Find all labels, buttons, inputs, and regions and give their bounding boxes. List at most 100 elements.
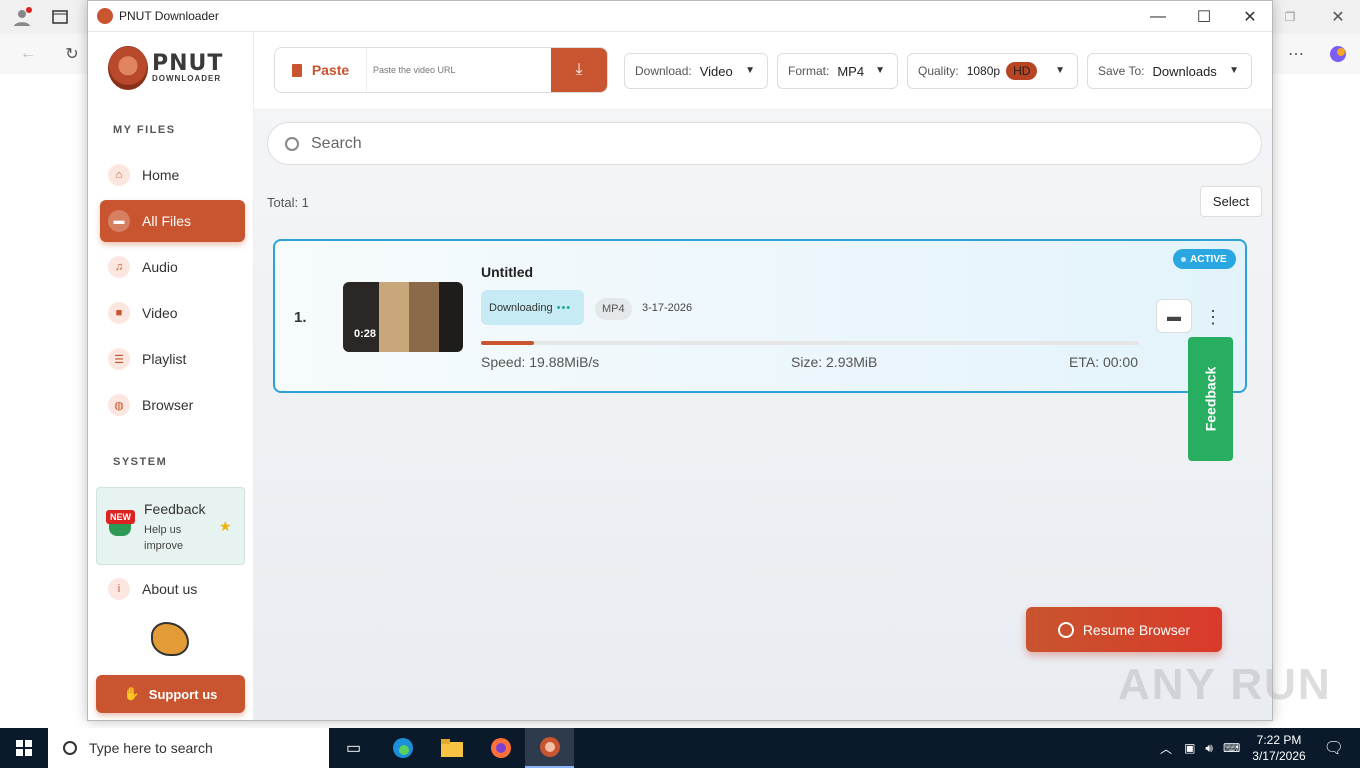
sidebar-item-home[interactable]: ⌂ Home <box>100 154 245 196</box>
url-input-group: Paste ⤓ <box>274 47 608 93</box>
sidebar-item-label: Video <box>142 305 178 321</box>
notification-icon[interactable]: 🗨︎ <box>1324 738 1344 758</box>
chevron-down-icon: ▼ <box>745 65 755 76</box>
feedback-tab-label: Feedback <box>1202 366 1219 432</box>
network-icon[interactable]: ▣ <box>1184 741 1195 755</box>
top-toolbar: Paste ⤓ Download: Video ▼ Format: MP4 ▼ … <box>254 32 1272 110</box>
system-tray: ︿ ▣ 🔊︎ ⌨︎ 7:22 PM 3/17/2026 🗨︎ <box>1160 728 1360 768</box>
chevron-down-icon: ▼ <box>875 65 885 76</box>
download-type-select[interactable]: Download: Video ▼ <box>624 53 768 89</box>
paste-button[interactable]: Paste <box>275 48 367 92</box>
sidebar-item-label: Audio <box>142 259 178 275</box>
restore-icon[interactable]: ❐ <box>1278 5 1302 29</box>
list-icon: ☰ <box>108 348 130 370</box>
download-button[interactable]: ⤓ <box>551 48 607 92</box>
format-select[interactable]: Format: MP4 ▼ <box>777 53 898 89</box>
section-label-files: MY FILES <box>113 124 176 136</box>
video-duration: 0:28 <box>354 328 377 340</box>
item-index: 1. <box>294 309 307 326</box>
download-size: Size: 2.93MiB <box>791 354 878 370</box>
pnut-app-icon <box>539 737 560 757</box>
edge-icon <box>392 738 413 758</box>
item-date: 3-17-2026 <box>642 302 693 314</box>
language-icon[interactable]: ⌨︎ <box>1223 741 1240 755</box>
select-button[interactable]: Select <box>1200 186 1262 217</box>
select-value: Downloads <box>1152 63 1217 79</box>
feedback-tab-button[interactable]: Feedback <box>1188 337 1233 461</box>
loading-dots-icon: ••• <box>556 301 572 314</box>
url-input[interactable] <box>367 48 553 92</box>
sidebar-item-label: All Files <box>142 213 192 229</box>
sidebar-item-label: About us <box>142 581 198 597</box>
download-progress-bar <box>481 341 1139 345</box>
taskbar-edge[interactable] <box>378 728 427 768</box>
resume-browser-button[interactable]: Resume Browser <box>1026 607 1222 652</box>
globe-icon <box>1057 621 1074 638</box>
status-dot-icon <box>1181 256 1186 262</box>
quality-select[interactable]: Quality: 1080p HD ▼ <box>907 53 1078 89</box>
select-value: 1080p <box>966 64 1001 78</box>
sidebar-item-video[interactable]: ■ Video <box>100 292 245 334</box>
open-folder-button[interactable]: ▬ <box>1156 299 1192 333</box>
chevron-down-icon: ▼ <box>1055 65 1065 76</box>
chevron-up-icon[interactable]: ︿ <box>1160 740 1172 757</box>
tab-actions-icon[interactable] <box>48 5 72 29</box>
feedback-title: Feedback <box>144 501 206 517</box>
sidebar-item-about[interactable]: i About us <box>100 568 245 610</box>
more-icon[interactable]: ⋯ <box>1284 42 1308 66</box>
vertical-dots-icon: ⋮ <box>1204 306 1222 327</box>
close-button[interactable]: ✕ <box>1227 1 1273 32</box>
start-button[interactable] <box>0 728 48 768</box>
support-label: Support us <box>148 686 218 702</box>
sidebar: PNUT DOWNLOADER MY FILES ⌂ Home ▬ All Fi… <box>88 32 254 720</box>
firefox-icon <box>490 738 511 758</box>
select-label: Format: <box>788 64 830 78</box>
download-speed: Speed: 19.88MiB/s <box>481 354 600 370</box>
select-value: Video <box>699 63 733 79</box>
section-label-system: SYSTEM <box>113 456 168 468</box>
sidebar-item-all-files[interactable]: ▬ All Files <box>100 200 245 242</box>
sidebar-item-label: Playlist <box>142 351 187 367</box>
sidebar-item-playlist[interactable]: ☰ Playlist <box>100 338 245 380</box>
sidebar-item-audio[interactable]: ♫ Audio <box>100 246 245 288</box>
clock[interactable]: 7:22 PM 3/17/2026 <box>1252 732 1305 764</box>
search-bar <box>267 122 1262 165</box>
copilot-icon[interactable] <box>1326 42 1350 66</box>
more-options-button[interactable]: ⋮ <box>1204 303 1222 331</box>
item-title: Untitled <box>481 264 534 280</box>
select-label: Save To: <box>1098 64 1145 78</box>
sidebar-item-browser[interactable]: ◍ Browser <box>100 384 245 426</box>
taskbar-pnut[interactable] <box>525 728 574 768</box>
save-to-select[interactable]: Save To: Downloads ▼ <box>1087 53 1252 89</box>
video-thumbnail[interactable]: 0:28 <box>343 282 463 352</box>
task-view-button[interactable]: ▭ <box>329 728 378 768</box>
search-input[interactable] <box>311 134 1211 153</box>
search-icon <box>285 136 299 151</box>
close-icon[interactable]: ✕ <box>1326 5 1350 29</box>
support-button[interactable]: ✋ Support us <box>96 675 245 713</box>
status-text: Downloading <box>489 301 553 314</box>
taskbar-search[interactable]: Type here to search <box>48 728 329 768</box>
progress-fill <box>481 341 534 345</box>
folder-open-icon: ▬ <box>108 210 130 232</box>
refresh-icon[interactable]: ↻ <box>60 42 84 66</box>
volume-icon[interactable]: 🔊︎ <box>1205 741 1213 756</box>
logo: PNUT DOWNLOADER <box>108 44 232 92</box>
paste-label: Paste <box>311 62 350 78</box>
back-icon[interactable]: ← <box>16 42 40 66</box>
sidebar-feedback-card[interactable]: NEW Feedback Help us improve ★ <box>96 487 245 565</box>
clock-date: 3/17/2026 <box>1252 749 1306 763</box>
minimize-button[interactable]: — <box>1135 1 1181 32</box>
title-bar: PNUT Downloader — ☐ ✕ <box>88 1 1272 32</box>
taskbar-firefox[interactable] <box>476 728 525 768</box>
download-item-card[interactable]: 1. 0:28 Untitled Downloading ••• MP4 3-1… <box>273 239 1247 393</box>
download-icon: ⤓ <box>575 61 583 78</box>
main-panel: Paste ⤓ Download: Video ▼ Format: MP4 ▼ … <box>254 32 1272 720</box>
profile-icon[interactable] <box>10 5 34 29</box>
feedback-subtitle: Help us improve <box>144 524 184 552</box>
info-icon: i <box>108 578 130 600</box>
anyrun-watermark: ANY RUN <box>1118 660 1332 709</box>
taskbar-file-explorer[interactable] <box>427 728 476 768</box>
maximize-button[interactable]: ☐ <box>1181 1 1227 32</box>
status-badge: Downloading ••• <box>481 290 584 325</box>
